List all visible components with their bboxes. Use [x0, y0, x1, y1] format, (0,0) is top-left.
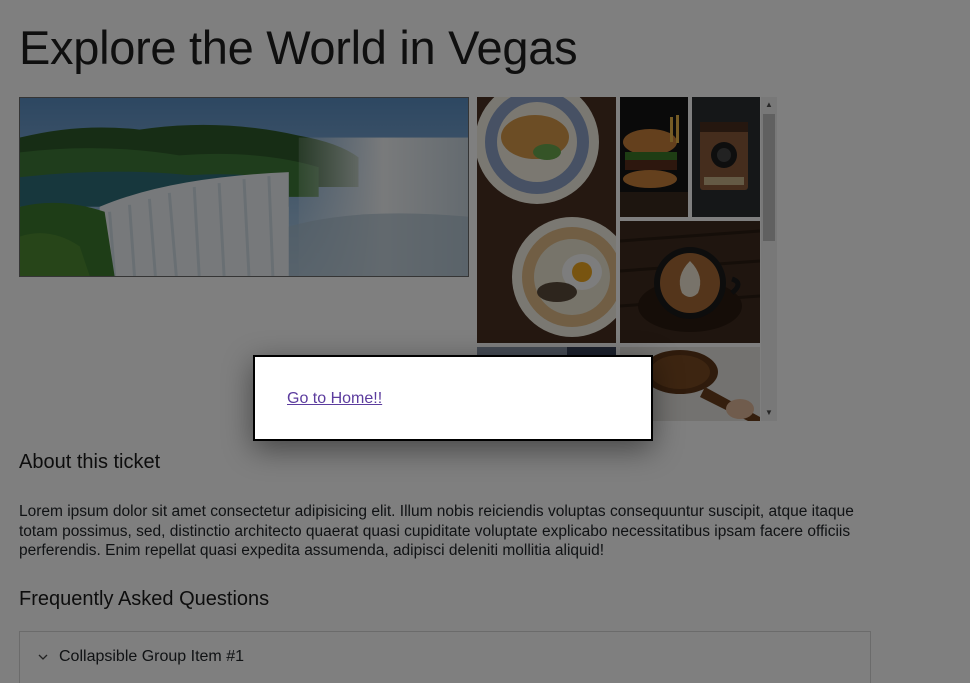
modal-backdrop[interactable] — [0, 0, 970, 683]
go-home-link[interactable]: Go to Home!! — [287, 390, 382, 408]
modal-dialog: Go to Home!! — [253, 355, 653, 441]
